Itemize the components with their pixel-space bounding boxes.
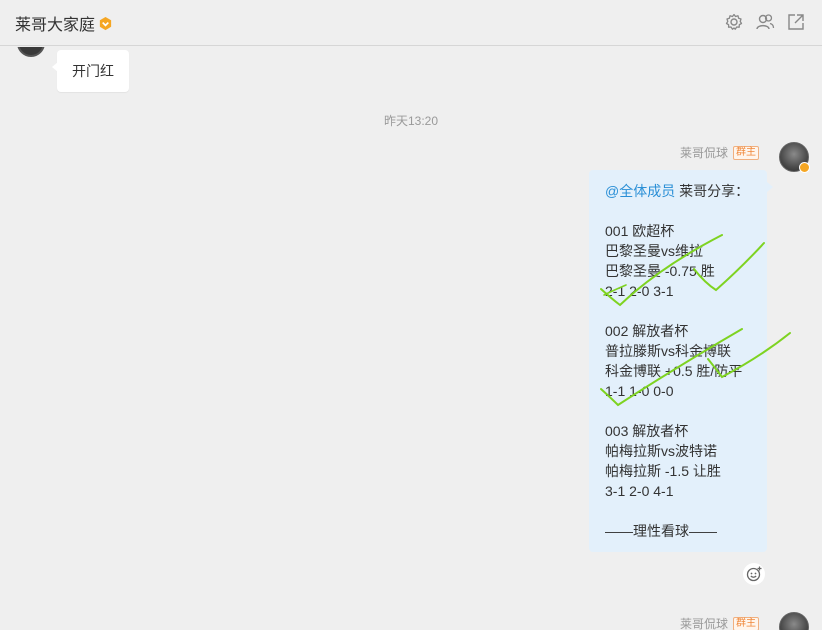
popout-icon[interactable]: [786, 12, 806, 32]
sender-name[interactable]: 莱哥侃球: [680, 615, 728, 630]
group-badge-icon: [99, 16, 112, 30]
message-bubble[interactable]: 开门红: [52, 50, 129, 92]
verified-icon: [799, 162, 810, 173]
members-icon[interactable]: [755, 12, 775, 32]
message-line: 2-1 2-0 3-1: [605, 283, 674, 299]
message-line: [605, 301, 751, 321]
settings-icon[interactable]: [724, 12, 744, 32]
message-line: [605, 401, 751, 421]
message-bubble[interactable]: @全体成员 莱哥分享： 001 欧超杯 巴黎圣曼vs维拉 巴黎圣曼 -0.75 …: [589, 170, 773, 552]
message-line: 普拉滕斯vs科金博联: [605, 343, 731, 359]
message-line: 巴黎圣曼 -0.75 胜: [605, 263, 715, 279]
sender-name[interactable]: 莱哥侃球: [680, 144, 728, 161]
message-text: 开门红: [72, 63, 114, 79]
message-timestamp: 昨天13:20: [383, 114, 439, 128]
mention-all-link[interactable]: @全体成员: [605, 183, 675, 199]
group-name: 莱哥大家庭: [15, 17, 96, 34]
message-line: ——理性看球——: [605, 523, 717, 539]
group-title: 莱哥大家庭: [15, 11, 113, 35]
message-line: 帕梅拉斯 -1.5 让胜: [605, 463, 721, 479]
message-line: 巴黎圣曼vs维拉: [605, 243, 703, 259]
message-line: 001 欧超杯: [605, 223, 675, 239]
avatar[interactable]: [17, 47, 45, 57]
chat-header: 莱哥大家庭: [0, 0, 822, 46]
avatar[interactable]: [779, 612, 809, 630]
avatar[interactable]: [779, 142, 810, 173]
message-line: 科金博联 +0.5 胜/防平: [605, 363, 743, 379]
message-line: 002 解放者杯: [605, 323, 689, 339]
sender-info: 莱哥侃球 群主: [680, 615, 759, 630]
owner-badge: 群主: [733, 145, 759, 160]
sender-info: 莱哥侃球 群主: [680, 144, 759, 161]
message-line: 3-1 2-0 4-1: [605, 483, 674, 499]
message-line: 003 解放者杯: [605, 423, 689, 439]
message-line: 帕梅拉斯vs波特诺: [605, 443, 717, 459]
owner-badge: 群主: [733, 616, 759, 630]
message-line: [605, 201, 751, 221]
message-line: 1-1 1-0 0-0: [605, 383, 674, 399]
add-reaction-button[interactable]: [743, 563, 765, 585]
message-line: [605, 501, 751, 521]
message-line: @全体成员 莱哥分享：: [605, 183, 750, 199]
emoji-icon: [746, 566, 762, 582]
message-list[interactable]: 开门红 昨天13:20 莱哥侃球 群主 @全体成员 莱哥分享： 001 欧超杯 …: [0, 47, 822, 630]
